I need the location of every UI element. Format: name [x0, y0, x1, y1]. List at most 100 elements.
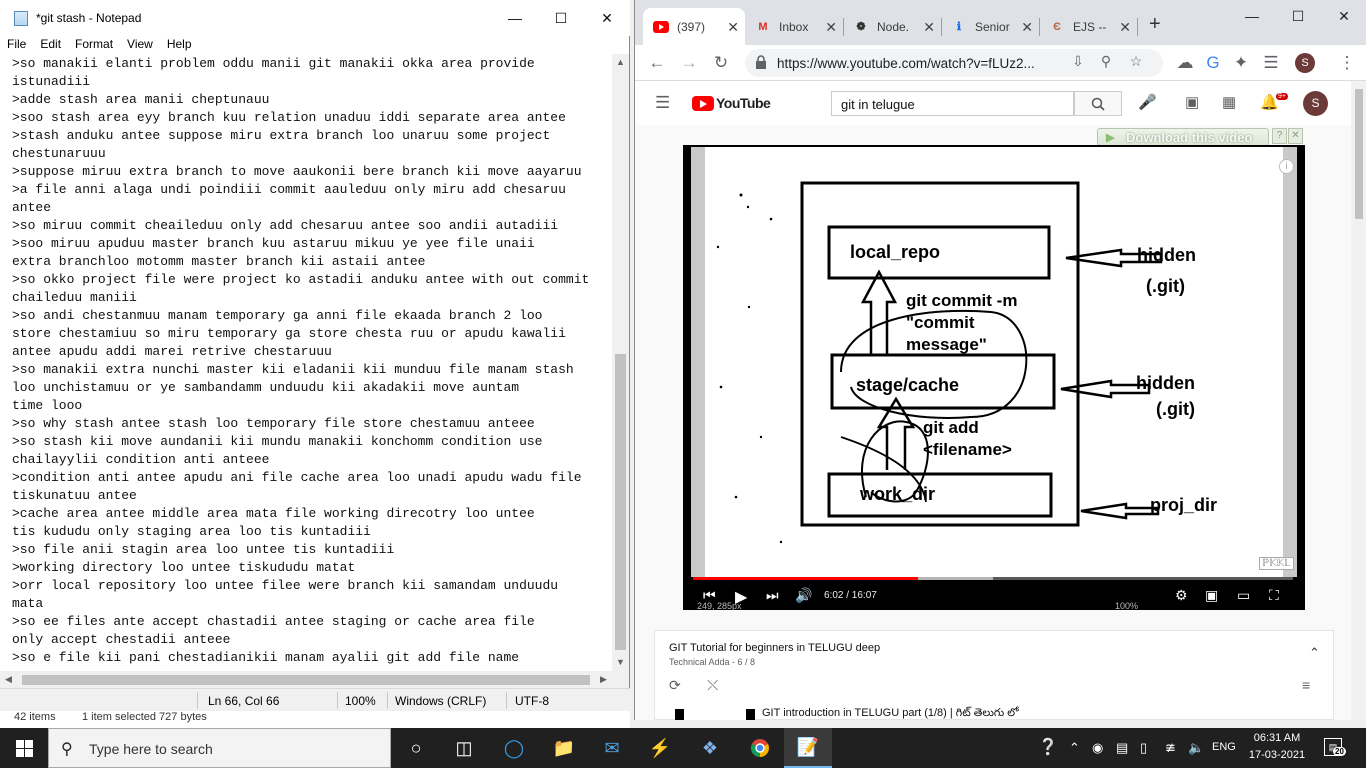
- tray-monitor-icon[interactable]: ▤: [1116, 740, 1128, 756]
- minimize-button[interactable]: —: [492, 0, 538, 36]
- winscp-icon[interactable]: ⚡: [636, 728, 684, 768]
- battery-icon[interactable]: ▯: [1140, 740, 1147, 756]
- tab-close-icon[interactable]: ✕: [923, 19, 935, 36]
- tab-node[interactable]: ❁ Node. ✕: [843, 8, 941, 45]
- media-queue-icon[interactable]: ☰: [1257, 49, 1285, 77]
- playlist-item-thumbnail[interactable]: [675, 709, 755, 720]
- hamburger-menu-icon[interactable]: ☰: [655, 93, 670, 113]
- page-scroll-thumb[interactable]: [1355, 89, 1363, 219]
- tab-close-icon[interactable]: ✕: [1119, 19, 1131, 36]
- zoom-icon[interactable]: ⚲: [1095, 53, 1117, 73]
- menu-edit[interactable]: Edit: [33, 36, 68, 54]
- settings-gear-icon[interactable]: ⚙: [1175, 587, 1188, 604]
- cortana-icon[interactable]: ○: [392, 728, 440, 768]
- show-hidden-icons[interactable]: ⌃: [1069, 740, 1080, 756]
- progress-played[interactable]: [693, 577, 918, 580]
- close-button[interactable]: ✕: [1321, 0, 1366, 32]
- playlist-item-title[interactable]: GIT introduction in TELUGU part (1/8) | …: [762, 707, 1019, 720]
- url-text[interactable]: https://www.youtube.com/watch?v=fLUz2...: [777, 56, 1035, 71]
- text-editor[interactable]: >so manakii elanti problem oddu manii gi…: [0, 54, 612, 671]
- vertical-scrollbar[interactable]: ▲ ▼: [612, 54, 629, 671]
- edge-icon[interactable]: ◯: [490, 728, 538, 768]
- minimize-button[interactable]: —: [1229, 0, 1275, 32]
- help-tray-icon[interactable]: ❔: [1038, 737, 1058, 757]
- tab-inbox[interactable]: M Inbox ✕: [745, 8, 843, 45]
- scroll-left-icon[interactable]: ◀: [0, 671, 17, 688]
- back-icon[interactable]: ←: [643, 49, 671, 77]
- tab-ejs[interactable]: Є EJS -- ✕: [1039, 8, 1137, 45]
- dropbox-icon[interactable]: ❖: [686, 728, 734, 768]
- tab-senior[interactable]: ℹ Senior ✕: [941, 8, 1039, 45]
- save-playlist-icon[interactable]: ≡: [1302, 677, 1310, 693]
- miniplayer-icon[interactable]: ▣: [1205, 587, 1218, 604]
- youtube-logo[interactable]: YouTube: [692, 95, 771, 111]
- close-icon[interactable]: ✕: [1288, 128, 1303, 144]
- next-icon[interactable]: ⏭: [766, 587, 779, 604]
- scroll-right-icon[interactable]: ▶: [595, 671, 612, 688]
- tab-youtube[interactable]: (397) ✕: [643, 8, 745, 45]
- search-placeholder[interactable]: Type here to search: [89, 741, 213, 757]
- clock-time[interactable]: 06:31 AM: [1250, 732, 1304, 744]
- playlist-subtitle[interactable]: Technical Adda - 6 / 8: [669, 657, 755, 667]
- install-icon[interactable]: ⇩: [1067, 53, 1089, 73]
- taskbar-search[interactable]: ⚲ Type here to search: [48, 728, 391, 768]
- tab-close-icon[interactable]: ✕: [825, 19, 837, 36]
- shuffle-icon[interactable]: ⤬: [707, 677, 718, 694]
- chrome-icon[interactable]: [736, 728, 784, 768]
- close-button[interactable]: ✕: [584, 0, 630, 36]
- forward-icon[interactable]: →: [675, 49, 703, 77]
- extensions-puzzle-icon[interactable]: ✦: [1227, 49, 1255, 77]
- scroll-thumb[interactable]: [615, 354, 626, 650]
- notepad-taskbar-icon[interactable]: 📝: [784, 728, 832, 768]
- tab-close-icon[interactable]: ✕: [1021, 19, 1033, 36]
- translate-extension-icon[interactable]: G: [1199, 49, 1227, 77]
- menu-file[interactable]: File: [0, 36, 33, 54]
- chevron-up-icon[interactable]: ⌃: [1309, 645, 1320, 661]
- h-scroll-thumb[interactable]: [22, 675, 590, 685]
- apps-grid-icon[interactable]: ▦: [1222, 93, 1236, 111]
- input-language[interactable]: ENG: [1212, 741, 1236, 753]
- maximize-button[interactable]: ☐: [1275, 0, 1321, 32]
- horizontal-scrollbar[interactable]: ◀ ▶: [0, 671, 612, 688]
- video-player[interactable]: local_repo stage/cache work_dir hidden (…: [683, 145, 1305, 610]
- chrome-menu-icon[interactable]: ⋮: [1333, 49, 1361, 77]
- search-query[interactable]: git in telugue: [841, 97, 915, 112]
- tab-close-icon[interactable]: ✕: [727, 19, 739, 36]
- mail-icon[interactable]: ✉: [588, 728, 636, 768]
- loop-icon[interactable]: ⟳: [669, 677, 681, 694]
- scroll-down-icon[interactable]: ▼: [612, 654, 629, 671]
- tray-app-icon[interactable]: ◉: [1092, 740, 1103, 756]
- menu-view[interactable]: View: [120, 36, 160, 54]
- menu-format[interactable]: Format: [68, 36, 120, 54]
- start-button[interactable]: [0, 728, 48, 768]
- clock-date[interactable]: 17-03-2021: [1248, 749, 1306, 761]
- file-explorer-icon[interactable]: 📁: [540, 728, 588, 768]
- microphone-icon[interactable]: 🎤: [1138, 93, 1157, 111]
- volume-tray-icon[interactable]: 🔈: [1188, 740, 1204, 756]
- info-icon[interactable]: i: [1279, 159, 1294, 174]
- profile-avatar[interactable]: S: [1295, 53, 1315, 73]
- theater-mode-icon[interactable]: ▭: [1237, 587, 1250, 604]
- wifi-icon[interactable]: ≇: [1165, 740, 1176, 756]
- playlist-title[interactable]: GIT Tutorial for beginners in TELUGU dee…: [669, 642, 880, 654]
- scroll-up-icon[interactable]: ▲: [612, 54, 629, 71]
- volume-icon[interactable]: 🔊: [795, 587, 812, 604]
- cloud-extension-icon[interactable]: ☁: [1171, 49, 1199, 77]
- avatar[interactable]: S: [1303, 91, 1328, 116]
- fullscreen-icon[interactable]: ⛶: [1269, 587, 1279, 604]
- bookmark-star-icon[interactable]: ☆: [1125, 53, 1147, 73]
- download-video-button[interactable]: ▶ Download this video: [1097, 128, 1269, 146]
- help-icon[interactable]: ?: [1272, 128, 1287, 144]
- task-view-icon[interactable]: ◫: [440, 728, 488, 768]
- notepad-titlebar[interactable]: *git stash - Notepad — ☐ ✕: [0, 0, 630, 36]
- new-tab-button[interactable]: +: [1149, 13, 1161, 36]
- search-button[interactable]: [1074, 91, 1122, 116]
- reload-icon[interactable]: ↻: [707, 49, 735, 77]
- address-bar[interactable]: https://www.youtube.com/watch?v=fLUz2...…: [745, 49, 1163, 77]
- page-scrollbar[interactable]: [1351, 81, 1366, 720]
- menu-help[interactable]: Help: [160, 36, 199, 54]
- search-input[interactable]: git in telugue: [831, 91, 1074, 116]
- maximize-button[interactable]: ☐: [538, 0, 584, 36]
- video-frame[interactable]: local_repo stage/cache work_dir hidden (…: [691, 147, 1297, 577]
- create-video-icon[interactable]: ▣: [1185, 93, 1199, 111]
